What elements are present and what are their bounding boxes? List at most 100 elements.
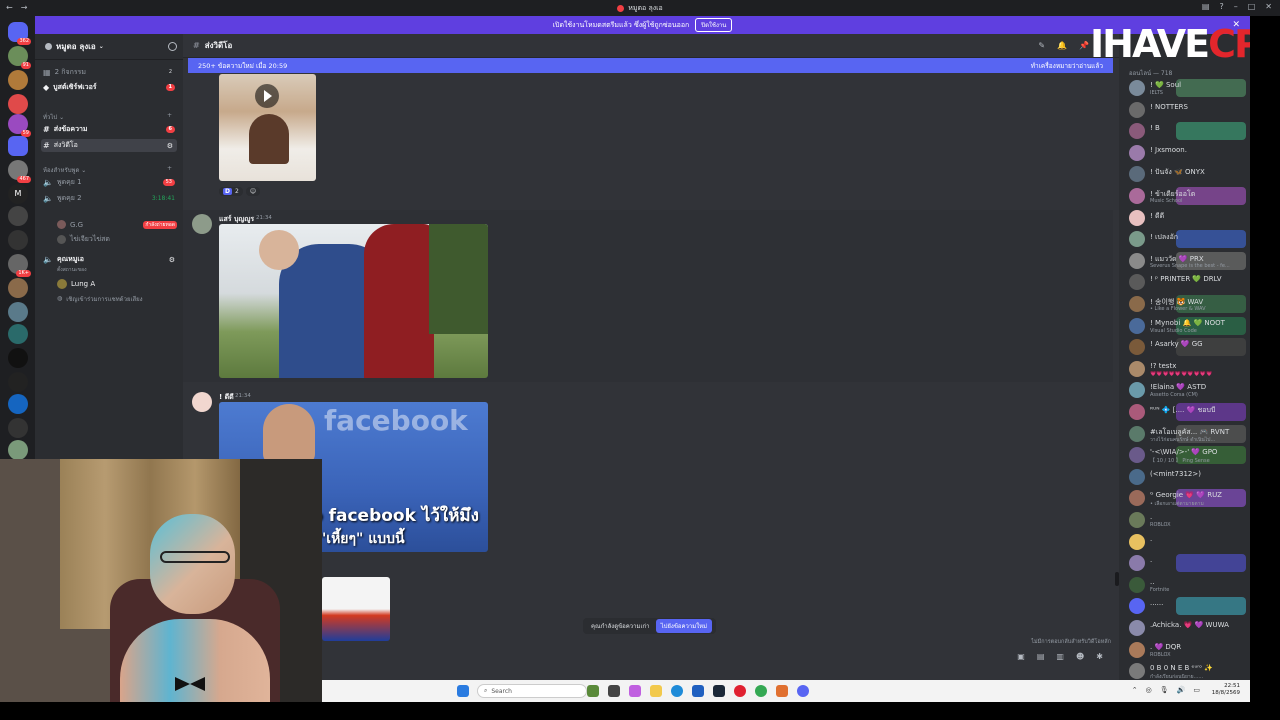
member-item[interactable]: ! ดีดี — [1119, 208, 1250, 229]
clock[interactable]: 22:51 18/8/2569 — [1212, 683, 1240, 697]
member-item[interactable]: ! 💚 Soul IELTS — [1119, 78, 1250, 99]
member-item[interactable]: . — [1119, 532, 1250, 553]
invite-icon[interactable] — [168, 42, 177, 51]
member-item[interactable]: ! ปันจัง 🦋 ONYX — [1119, 164, 1250, 185]
help-icon[interactable]: ? — [1219, 2, 1223, 11]
voice-channel-item[interactable]: 🔈 พูดคุย 2 3:18:41 — [41, 192, 177, 205]
settings-icon[interactable]: ⚙ — [167, 142, 173, 150]
category-voice[interactable]: ห้องสำหรับพูด ⌄ + — [43, 165, 172, 175]
boosts-item[interactable]: ◆ บูสต์เซิร์ฟเวอร์ 1 — [41, 81, 177, 94]
emoji-icon[interactable]: ☻ — [1076, 652, 1084, 661]
forward-icon[interactable]: → — [21, 3, 28, 12]
server-icon[interactable]: 1K+ — [8, 254, 31, 277]
discord-icon[interactable] — [797, 685, 809, 697]
member-item[interactable]: ! Mynobi 🔔 💚 NOOT Visual Studio Code — [1119, 316, 1250, 337]
server-icon[interactable]: 467 — [8, 160, 31, 183]
dm-item[interactable]: Lung A — [55, 277, 177, 290]
member-item[interactable]: #เลโอเบลูคัส... 🎮 RVNT วางไว้ก่อนคนรักษ์ … — [1119, 424, 1250, 445]
add-channel-icon[interactable]: + — [167, 112, 172, 119]
new-messages-bar[interactable]: 250+ ข้อความใหม่ เมื่อ 20:59 ทำเครื่องหม… — [188, 58, 1113, 73]
server-icon[interactable]: 59 — [8, 114, 31, 137]
server-icon[interactable] — [8, 70, 28, 90]
gift-icon[interactable]: ▣ — [1017, 652, 1025, 661]
channel-item-active[interactable]: # ส่งวิดีโอ ⚙ — [41, 139, 177, 152]
home-button[interactable]: 362 — [8, 22, 31, 45]
edge-icon[interactable] — [671, 685, 683, 697]
inbox-icon[interactable]: ▤ — [1202, 2, 1210, 11]
explorer-icon[interactable] — [650, 685, 662, 697]
channel-item[interactable]: # ส่งข้อความ 6 — [41, 123, 177, 136]
member-item[interactable]: !? testx 💗💗💗💗💗💗💗💗💗💗 — [1119, 359, 1250, 380]
server-icon[interactable] — [8, 302, 28, 322]
taskbar-search[interactable]: ⌕ Search — [477, 684, 587, 698]
banner-disable-button[interactable]: ปิดใช้งาน — [695, 18, 733, 32]
opera-icon[interactable] — [734, 685, 746, 697]
image-attachment[interactable] — [219, 224, 488, 378]
threads-icon[interactable]: ✎ — [1038, 41, 1045, 50]
server-icon[interactable] — [8, 278, 28, 298]
server-icon[interactable] — [8, 94, 28, 114]
member-item[interactable]: .. Fortnite — [1119, 575, 1250, 596]
member-item[interactable]: ! ᵖ PRINTER 💚 DRLV — [1119, 272, 1250, 293]
server-icon[interactable] — [8, 230, 28, 250]
gif-icon[interactable]: ▤ — [1037, 652, 1045, 661]
avatar[interactable] — [192, 392, 212, 412]
jump-button[interactable]: ไปยังข้อความใหม่ — [655, 619, 713, 633]
store-icon[interactable] — [692, 685, 704, 697]
sticker-icon[interactable]: ▥ — [1056, 652, 1064, 661]
message-composer[interactable]: ▣ ▤ ▥ ☻ ✱ — [193, 642, 1109, 670]
member-item[interactable]: ᴿᵁᴺ 💠 [.... 💜 ชอบบี — [1119, 402, 1250, 423]
steam-icon[interactable] — [713, 685, 725, 697]
video-attachment[interactable] — [219, 74, 316, 181]
member-item[interactable]: . ROBLOX — [1119, 510, 1250, 531]
category-general[interactable]: ทั่วไป ⌄ + — [43, 112, 172, 122]
member-item[interactable]: ᴳ Georgie 💗 💜 RUZ • เลือกเอาแต่ตามายตาม — [1119, 488, 1250, 509]
apps-icon[interactable]: ✱ — [1096, 652, 1103, 661]
app-icon[interactable] — [629, 685, 641, 697]
pin-icon[interactable]: 📌 — [1079, 41, 1089, 50]
chrome-icon[interactable] — [755, 685, 767, 697]
dm-item[interactable]: ◍ เชิญเข้าร่วมการแชทด้วยเสียง — [55, 292, 177, 305]
member-item[interactable]: ! Asarky 💜 GG — [1119, 337, 1250, 358]
events-item[interactable]: ▦ 2 กิจกรรม 2 — [41, 66, 177, 79]
taskview-icon[interactable] — [608, 685, 620, 697]
member-item[interactable]: (<mint7312>) — [1119, 467, 1250, 488]
member-item[interactable]: ! แมววัด 💜 PRX Severus Snape is the best … — [1119, 251, 1250, 272]
member-item[interactable]: !Elaina 💜 ASTD Assetto Corsa (CM) — [1119, 380, 1250, 401]
user-panel[interactable]: 🔈 คุณหมูเอ ⚙ — [41, 253, 177, 266]
server-icon[interactable] — [8, 394, 28, 414]
member-item[interactable]: ! B — [1119, 121, 1250, 142]
voice-channel-item[interactable]: 🔈 พูดคุย 1 53 — [41, 176, 177, 189]
member-item[interactable]: ! เปลงอัก — [1119, 229, 1250, 250]
back-icon[interactable]: ← — [6, 3, 13, 12]
settings-icon[interactable]: ⚙ — [169, 256, 175, 264]
member-item[interactable]: . — [1119, 553, 1250, 574]
battery-icon[interactable]: ▭ — [1193, 686, 1200, 694]
member-item[interactable]: ! 송이행 🐯 WAV • Like a Flower & WAV — [1119, 294, 1250, 315]
server-icon[interactable] — [8, 440, 28, 460]
voice-user[interactable]: G.G กำลังถ่ายทอด — [55, 218, 177, 231]
close-icon[interactable]: ✕ — [1265, 2, 1272, 11]
member-item[interactable]: ! NOTTERS — [1119, 100, 1250, 121]
member-item[interactable]: .Achicka. 💗 💜 WUWA — [1119, 618, 1250, 639]
member-item[interactable]: ! ข้าเดียร์ออโต Music School — [1119, 186, 1250, 207]
widget-icon[interactable] — [587, 685, 599, 697]
server-icon-active[interactable] — [8, 136, 28, 156]
server-icon[interactable]: M — [8, 184, 28, 204]
guild-header[interactable]: หมูตอ ลุงเอ ⌄ — [35, 34, 183, 60]
app-icon[interactable] — [776, 685, 788, 697]
play-button[interactable] — [255, 84, 279, 108]
start-icon[interactable] — [457, 685, 469, 697]
voice-user[interactable]: ไข่เจียวไข่สด — [55, 233, 177, 246]
member-item[interactable]: '-<\WIA/>-' 💜 GPO 【 10 / 10 】 Ping Sense — [1119, 445, 1250, 466]
member-item[interactable]: . 💜 DQR ROBLOX — [1119, 640, 1250, 661]
bell-icon[interactable]: 🔔 — [1057, 41, 1067, 50]
avatar[interactable] — [192, 214, 212, 234]
maximize-icon[interactable]: □ — [1248, 2, 1256, 11]
image-attachment[interactable] — [322, 577, 390, 641]
member-item[interactable]: ...... — [1119, 596, 1250, 617]
add-reaction-icon[interactable]: ☺ — [245, 187, 261, 196]
chevron-up-icon[interactable]: ⌃ — [1132, 686, 1138, 694]
mic-icon[interactable]: 🎙 — [1160, 686, 1169, 694]
server-icon[interactable] — [8, 206, 28, 226]
